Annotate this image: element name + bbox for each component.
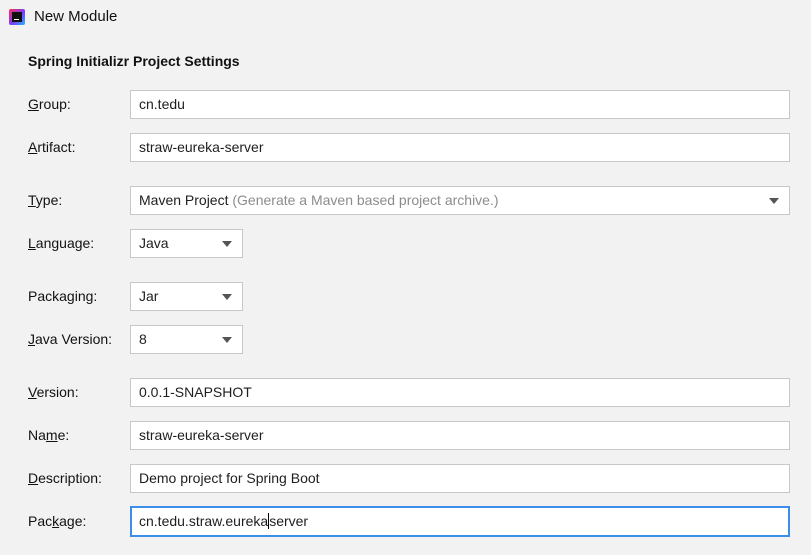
name-input[interactable]: straw-eureka-server: [130, 421, 790, 450]
description-input[interactable]: Demo project for Spring Boot: [130, 464, 790, 493]
type-dropdown[interactable]: Maven Project (Generate a Maven based pr…: [130, 186, 790, 215]
java-version-label: Java Version:: [28, 331, 113, 347]
packaging-dropdown[interactable]: Jar: [130, 282, 243, 311]
chevron-down-icon: [222, 241, 232, 247]
package-input[interactable]: cn.tedu.straw.eurekaserver: [130, 506, 790, 537]
type-selected-value: Maven Project: [139, 192, 229, 208]
packaging-label: Packaging:: [28, 288, 98, 304]
name-label: Name:: [28, 427, 70, 443]
packaging-selected-value: Jar: [139, 288, 159, 304]
chevron-down-icon: [222, 294, 232, 300]
window-title: New Module: [34, 8, 118, 25]
description-label: Description:: [28, 470, 102, 486]
version-input[interactable]: 0.0.1-SNAPSHOT: [130, 378, 790, 407]
package-value-after-cursor: server: [269, 513, 309, 529]
chevron-down-icon: [222, 337, 232, 343]
package-value-before-cursor: cn.tedu.straw.eureka: [139, 513, 269, 529]
language-label: Language:: [28, 235, 95, 251]
section-title: Spring Initializr Project Settings: [28, 53, 240, 69]
chevron-down-icon: [769, 198, 779, 204]
package-label: Package:: [28, 513, 87, 529]
language-dropdown[interactable]: Java: [130, 229, 243, 258]
java-version-selected-value: 8: [139, 331, 147, 347]
intellij-app-icon: [9, 9, 25, 25]
type-label: Type:: [28, 192, 63, 208]
version-label: Version:: [28, 384, 79, 400]
group-input[interactable]: cn.tedu: [130, 90, 790, 119]
artifact-input[interactable]: straw-eureka-server: [130, 133, 790, 162]
artifact-label: Artifact:: [28, 139, 76, 155]
language-selected-value: Java: [139, 235, 169, 251]
group-label: Group:: [28, 96, 71, 112]
title-bar: New Module: [0, 0, 811, 33]
java-version-dropdown[interactable]: 8: [130, 325, 243, 354]
type-description-hint: (Generate a Maven based project archive.…: [232, 192, 499, 208]
